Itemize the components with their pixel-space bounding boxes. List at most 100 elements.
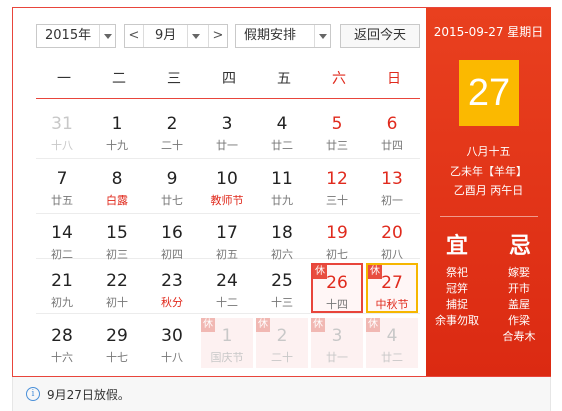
day-cell[interactable]: 16 初四 (146, 215, 198, 265)
day-cell[interactable]: 22 初十 (91, 263, 143, 313)
day-number: 3 (221, 114, 233, 134)
yi-item: 冠笄 (446, 282, 468, 295)
day-cell[interactable]: 5 廿三 (311, 106, 363, 156)
holiday-select[interactable]: 假期安排 (235, 24, 331, 48)
day-number: 1 (111, 114, 123, 134)
day-detail-panel: 2015-09-27 星期日 27 八月十五 乙未年【羊年】 乙酉月 丙午日 宜… (426, 8, 551, 376)
big-day-number: 27 (459, 60, 519, 126)
day-cell[interactable]: 休 3 廿一 (311, 318, 363, 368)
day-cell[interactable]: 31 十八 (36, 106, 88, 156)
weekday-thu: 四 (222, 71, 236, 87)
day-number: 4 (276, 114, 288, 134)
lunar-date: 八月十五 (466, 145, 511, 158)
day-cell[interactable]: 休 1 国庆节 (201, 318, 253, 368)
lunar-label: 国庆节 (210, 351, 244, 364)
lunar-label: 廿一 (326, 351, 348, 364)
day-number: 10 (216, 169, 238, 189)
ganzhi-month-day: 乙酉月 丙午日 (453, 184, 524, 197)
ji-item: 开市 (508, 282, 530, 295)
lunar-label: 初九 (51, 296, 73, 309)
day-cell[interactable]: 6 廿四 (366, 106, 418, 156)
day-number: 12 (326, 169, 348, 189)
weekday-mon: 一 (57, 71, 71, 87)
ji-item: 嫁娶 (508, 266, 530, 279)
day-number: 3 (331, 326, 343, 346)
day-cell[interactable]: 9 廿七 (146, 161, 198, 211)
month-select[interactable]: < 9月 > (124, 24, 228, 48)
ji-item: 合寿木 (502, 330, 536, 343)
day-cell[interactable]: 4 廿二 (256, 106, 308, 156)
day-cell[interactable]: 11 廿九 (256, 161, 308, 211)
row-divider (36, 213, 420, 214)
panel-divider (440, 216, 538, 217)
day-cell[interactable]: 12 三十 (311, 161, 363, 211)
next-month-button[interactable]: > (208, 25, 227, 47)
day-cell[interactable]: 2 二十 (146, 106, 198, 156)
day-cell[interactable]: 24 十二 (201, 263, 253, 313)
lunar-label: 秋分 (161, 296, 183, 309)
day-cell[interactable]: 19 初七 (311, 215, 363, 265)
holiday-select-value: 假期安排 (244, 28, 297, 43)
day-cell[interactable]: 20 初八 (366, 215, 418, 265)
lunar-label: 十八 (161, 351, 183, 364)
day-cell-selected[interactable]: 休 27 中秋节 (366, 263, 418, 313)
lunar-label: 十三 (271, 296, 293, 309)
day-cell[interactable]: 休 2 二十 (256, 318, 308, 368)
day-number: 5 (331, 114, 343, 134)
row-divider (36, 313, 420, 314)
lunar-label: 廿九 (271, 194, 293, 207)
day-cell[interactable]: 休 26 十四 (311, 263, 363, 313)
ji-label: 忌 (509, 234, 532, 259)
day-number: 11 (271, 169, 293, 189)
day-cell[interactable]: 21 初九 (36, 263, 88, 313)
day-number: 23 (161, 271, 183, 291)
day-number: 22 (106, 271, 128, 291)
lunar-label: 廿五 (51, 194, 73, 207)
info-bar: i 9月27日放假。 (12, 377, 551, 411)
day-cell[interactable]: 10 教师节 (201, 161, 253, 211)
lunar-label: 白露 (106, 194, 128, 207)
day-number: 20 (381, 223, 403, 243)
yi-label: 宜 (446, 234, 469, 259)
day-cell[interactable]: 29 十七 (91, 318, 143, 368)
lunar-label: 廿三 (326, 139, 348, 152)
day-number: 1 (221, 326, 233, 346)
day-number: 16 (161, 223, 183, 243)
day-cell[interactable]: 8 白露 (91, 161, 143, 211)
back-to-today-button[interactable]: 返回今天 (340, 24, 420, 48)
yi-item: 祭祀 (446, 266, 468, 279)
day-cell[interactable]: 18 初六 (256, 215, 308, 265)
prev-month-button[interactable]: < (125, 25, 144, 47)
day-cell[interactable]: 13 初一 (366, 161, 418, 211)
day-number: 8 (111, 169, 123, 189)
weekday-wed: 三 (167, 71, 181, 87)
lunar-label: 教师节 (210, 194, 244, 207)
day-cell[interactable]: 1 十九 (91, 106, 143, 156)
day-number: 4 (386, 326, 398, 346)
day-cell[interactable]: 3 廿一 (201, 106, 253, 156)
lunar-label: 廿四 (381, 139, 403, 152)
day-cell[interactable]: 23 秋分 (146, 263, 198, 313)
day-cell[interactable]: 17 初五 (201, 215, 253, 265)
day-cell[interactable]: 28 十六 (36, 318, 88, 368)
day-number: 13 (381, 169, 403, 189)
day-cell[interactable]: 7 廿五 (36, 161, 88, 211)
weekday-sun: 日 (387, 71, 401, 87)
lunar-label: 初五 (216, 248, 238, 261)
day-number: 2 (276, 326, 288, 346)
weekday-sat: 六 (332, 71, 346, 87)
day-number: 31 (51, 114, 73, 134)
day-cell[interactable]: 休 4 廿二 (366, 318, 418, 368)
day-cell[interactable]: 30 十八 (146, 318, 198, 368)
day-cell[interactable]: 15 初三 (91, 215, 143, 265)
year-select[interactable]: 2015年 (36, 24, 116, 48)
day-cell[interactable]: 14 初二 (36, 215, 88, 265)
year-select-value: 2015年 (45, 28, 92, 43)
day-number: 14 (51, 223, 73, 243)
day-cell[interactable]: 25 十三 (256, 263, 308, 313)
day-number: 9 (166, 169, 178, 189)
day-number: 18 (271, 223, 293, 243)
lunar-label: 初八 (381, 248, 403, 261)
weekday-tue: 二 (112, 71, 126, 87)
lunar-label: 廿二 (271, 139, 293, 152)
